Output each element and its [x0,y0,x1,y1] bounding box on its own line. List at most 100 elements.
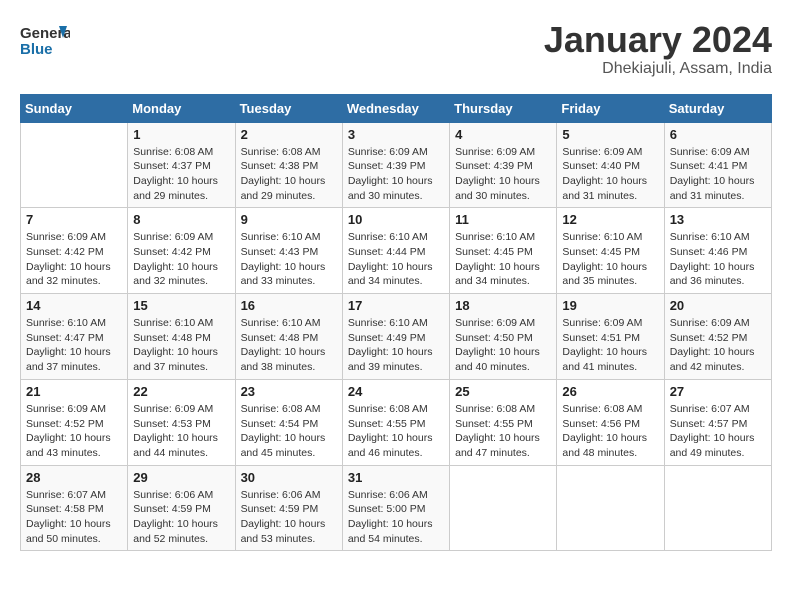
cell-date-number: 21 [26,384,122,399]
weekday-header: Sunday [21,94,128,122]
weekday-header-row: SundayMondayTuesdayWednesdayThursdayFrid… [21,94,772,122]
cell-date-number: 14 [26,298,122,313]
cell-date-number: 12 [562,212,658,227]
cell-date-number: 9 [241,212,337,227]
cell-info-text: Sunrise: 6:09 AMSunset: 4:52 PMDaylight:… [26,402,122,461]
cell-info-text: Sunrise: 6:09 AMSunset: 4:40 PMDaylight:… [562,145,658,204]
weekday-header: Tuesday [235,94,342,122]
calendar-cell: 22 Sunrise: 6:09 AMSunset: 4:53 PMDayligh… [128,379,235,465]
calendar-cell: 13Sunrise: 6:10 AMSunset: 4:46 PMDayligh… [664,208,771,294]
location-subtitle: Dhekiajuli, Assam, India [544,60,772,78]
calendar-cell: 15 Sunrise: 6:10 AMSunset: 4:48 PMDayligh… [128,294,235,380]
calendar-cell: 5 Sunrise: 6:09 AMSunset: 4:40 PMDaylight… [557,122,664,208]
cell-info-text: Sunrise: 6:08 AMSunset: 4:54 PMDaylight:… [241,402,337,461]
cell-info-text: Sunrise: 6:06 AMSunset: 4:59 PMDaylight:… [133,488,229,547]
cell-info-text: Sunrise: 6:08 AMSunset: 4:55 PMDaylight:… [348,402,444,461]
cell-info-text: Sunrise: 6:08 AMSunset: 4:55 PMDaylight:… [455,402,551,461]
logo: General Blue [20,20,70,60]
calendar-cell: 6 Sunrise: 6:09 AMSunset: 4:41 PMDaylight… [664,122,771,208]
weekday-header: Saturday [664,94,771,122]
cell-info-text: Sunrise: 6:09 AMSunset: 4:41 PMDaylight:… [670,145,766,204]
calendar-cell [450,465,557,551]
cell-date-number: 24 [348,384,444,399]
calendar-cell: 31 Sunrise: 6:06 AMSunset: 5:00 PMDayligh… [342,465,449,551]
cell-info-text: Sunrise: 6:10 AMSunset: 4:44 PMDaylight:… [348,230,444,289]
cell-date-number: 4 [455,127,551,142]
calendar-cell: 9 Sunrise: 6:10 AMSunset: 4:43 PMDaylight… [235,208,342,294]
cell-date-number: 3 [348,127,444,142]
calendar-week-row: 7 Sunrise: 6:09 AMSunset: 4:42 PMDaylight… [21,208,772,294]
cell-date-number: 26 [562,384,658,399]
cell-info-text: Sunrise: 6:09 AMSunset: 4:50 PMDaylight:… [455,316,551,375]
cell-info-text: Sunrise: 6:06 AMSunset: 4:59 PMDaylight:… [241,488,337,547]
weekday-header: Friday [557,94,664,122]
calendar-cell: 29 Sunrise: 6:06 AMSunset: 4:59 PMDayligh… [128,465,235,551]
cell-date-number: 6 [670,127,766,142]
cell-info-text: Sunrise: 6:06 AMSunset: 5:00 PMDaylight:… [348,488,444,547]
cell-date-number: 2 [241,127,337,142]
title-block: January 2024 Dhekiajuli, Assam, India [544,20,772,78]
calendar-cell: 8 Sunrise: 6:09 AMSunset: 4:42 PMDaylight… [128,208,235,294]
cell-date-number: 18 [455,298,551,313]
calendar-cell: 10 Sunrise: 6:10 AMSunset: 4:44 PMDayligh… [342,208,449,294]
cell-info-text: Sunrise: 6:08 AMSunset: 4:56 PMDaylight:… [562,402,658,461]
cell-date-number: 29 [133,470,229,485]
cell-date-number: 16 [241,298,337,313]
calendar-cell: 11Sunrise: 6:10 AMSunset: 4:45 PMDayligh… [450,208,557,294]
cell-date-number: 7 [26,212,122,227]
calendar-cell: 2 Sunrise: 6:08 AMSunset: 4:38 PMDaylight… [235,122,342,208]
weekday-header: Monday [128,94,235,122]
calendar-week-row: 28 Sunrise: 6:07 AMSunset: 4:58 PMDayligh… [21,465,772,551]
cell-info-text: Sunrise: 6:09 AMSunset: 4:42 PMDaylight:… [133,230,229,289]
cell-date-number: 28 [26,470,122,485]
cell-date-number: 30 [241,470,337,485]
cell-info-text: Sunrise: 6:07 AMSunset: 4:58 PMDaylight:… [26,488,122,547]
cell-info-text: Sunrise: 6:08 AMSunset: 4:38 PMDaylight:… [241,145,337,204]
calendar-cell: 26 Sunrise: 6:08 AMSunset: 4:56 PMDayligh… [557,379,664,465]
weekday-header: Thursday [450,94,557,122]
cell-info-text: Sunrise: 6:10 AMSunset: 4:43 PMDaylight:… [241,230,337,289]
cell-info-text: Sunrise: 6:09 AMSunset: 4:51 PMDaylight:… [562,316,658,375]
cell-date-number: 31 [348,470,444,485]
cell-info-text: Sunrise: 6:10 AMSunset: 4:45 PMDaylight:… [562,230,658,289]
calendar-cell [21,122,128,208]
cell-date-number: 25 [455,384,551,399]
cell-date-number: 15 [133,298,229,313]
calendar-cell: 27 Sunrise: 6:07 AMSunset: 4:57 PMDayligh… [664,379,771,465]
cell-info-text: Sunrise: 6:09 AMSunset: 4:52 PMDaylight:… [670,316,766,375]
calendar-cell: 3 Sunrise: 6:09 AMSunset: 4:39 PMDaylight… [342,122,449,208]
calendar-cell: 20 Sunrise: 6:09 AMSunset: 4:52 PMDayligh… [664,294,771,380]
logo-svg: General Blue [20,20,70,60]
calendar-cell: 14 Sunrise: 6:10 AMSunset: 4:47 PMDayligh… [21,294,128,380]
calendar-cell: 18 Sunrise: 6:09 AMSunset: 4:50 PMDayligh… [450,294,557,380]
cell-info-text: Sunrise: 6:09 AMSunset: 4:53 PMDaylight:… [133,402,229,461]
cell-date-number: 8 [133,212,229,227]
calendar-table: SundayMondayTuesdayWednesdayThursdayFrid… [20,94,772,552]
cell-date-number: 5 [562,127,658,142]
month-title: January 2024 [544,20,772,60]
calendar-cell: 24 Sunrise: 6:08 AMSunset: 4:55 PMDayligh… [342,379,449,465]
cell-info-text: Sunrise: 6:10 AMSunset: 4:47 PMDaylight:… [26,316,122,375]
cell-info-text: Sunrise: 6:08 AMSunset: 4:37 PMDaylight:… [133,145,229,204]
cell-date-number: 27 [670,384,766,399]
calendar-cell [557,465,664,551]
cell-date-number: 1 [133,127,229,142]
calendar-cell [664,465,771,551]
calendar-cell: 21 Sunrise: 6:09 AMSunset: 4:52 PMDayligh… [21,379,128,465]
calendar-week-row: 14 Sunrise: 6:10 AMSunset: 4:47 PMDayligh… [21,294,772,380]
calendar-cell: 7Sunrise: 6:09 AMSunset: 4:42 PMDaylight… [21,208,128,294]
weekday-header: Wednesday [342,94,449,122]
cell-date-number: 10 [348,212,444,227]
cell-info-text: Sunrise: 6:09 AMSunset: 4:39 PMDaylight:… [348,145,444,204]
calendar-cell: 12 Sunrise: 6:10 AMSunset: 4:45 PMDayligh… [557,208,664,294]
calendar-cell: 19Sunrise: 6:09 AMSunset: 4:51 PMDayligh… [557,294,664,380]
calendar-week-row: 1 Sunrise: 6:08 AMSunset: 4:37 PMDaylight… [21,122,772,208]
cell-info-text: Sunrise: 6:10 AMSunset: 4:49 PMDaylight:… [348,316,444,375]
cell-info-text: Sunrise: 6:10 AMSunset: 4:45 PMDaylight:… [455,230,551,289]
page-header: General Blue January 2024 Dhekiajuli, As… [20,20,772,78]
calendar-cell: 17Sunrise: 6:10 AMSunset: 4:49 PMDayligh… [342,294,449,380]
cell-date-number: 22 [133,384,229,399]
cell-date-number: 20 [670,298,766,313]
cell-info-text: Sunrise: 6:10 AMSunset: 4:48 PMDaylight:… [133,316,229,375]
cell-info-text: Sunrise: 6:07 AMSunset: 4:57 PMDaylight:… [670,402,766,461]
